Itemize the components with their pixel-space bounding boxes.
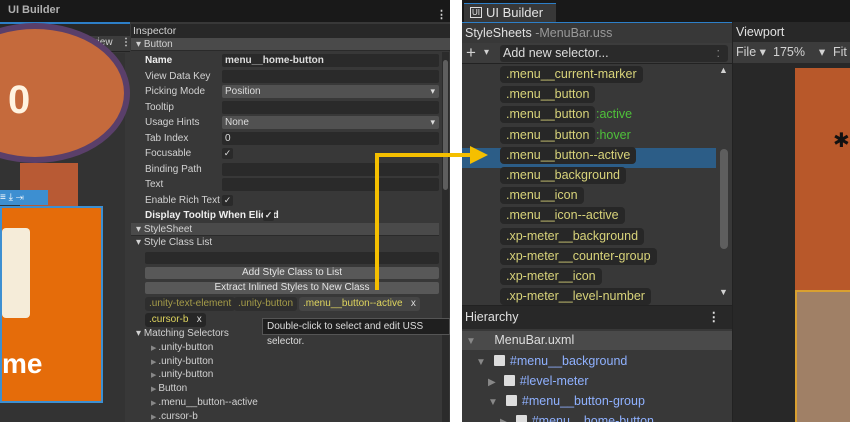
callout-arrow bbox=[375, 146, 488, 290]
arrow-line bbox=[375, 153, 472, 290]
arrow-head-icon bbox=[470, 146, 488, 164]
